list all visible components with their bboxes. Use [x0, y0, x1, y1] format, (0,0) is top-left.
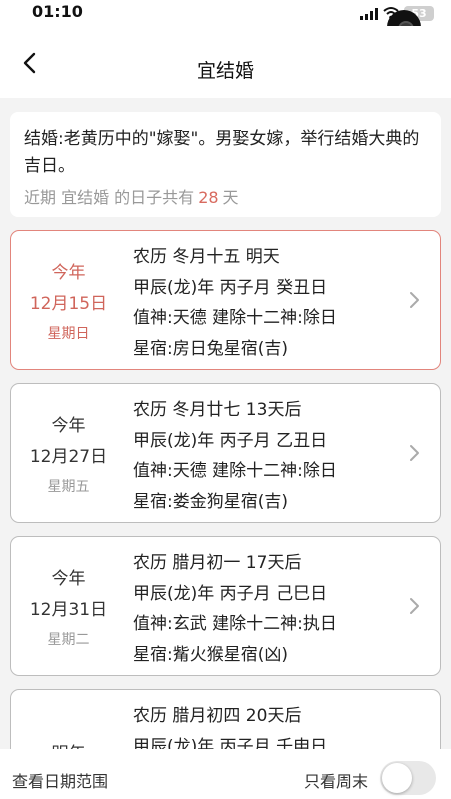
weekend-only-label: 只看周末 [304, 772, 369, 791]
count-prefix: 近期 宜结婚 的日子共有 [24, 188, 195, 207]
lunar-line: 农历 腊月初四 20天后 [133, 706, 302, 726]
toggle-knob [382, 763, 412, 793]
date-year: 今年 [51, 568, 86, 589]
lunar-line: 农历 腊月初一 17天后 [133, 553, 302, 573]
intro-description: 结婚:老黄历中的"嫁娶"。男娶女嫁，举行结婚大典的吉日。 [24, 129, 420, 176]
count-suffix: 天 [222, 188, 239, 207]
lunar-line: 农历 冬月十五 明天 [133, 247, 280, 267]
signal-icon [360, 8, 378, 20]
date-day: 12月31日 [29, 599, 108, 620]
date-day: 12月15日 [29, 293, 108, 314]
intro-card: 结婚:老黄历中的"嫁娶"。男娶女嫁，举行结婚大典的吉日。 近期 宜结婚 的日子共… [10, 112, 441, 217]
date-day: 12月27日 [29, 446, 108, 467]
date-weekday: 星期五 [47, 478, 90, 495]
intro-count: 近期 宜结婚 的日子共有 28 天 [24, 184, 427, 208]
shen-line: 值神:玄武 建除十二神:执日 [133, 614, 337, 634]
ganzhi-line: 甲辰(龙)年 丙子月 癸丑日 [133, 277, 328, 298]
xingxiu-line: 星宿:娄金狗星宿(吉) [133, 491, 288, 512]
day-card[interactable]: 今年 12月15日 星期日 农历 冬月十五 明天 甲辰(龙)年 丙子月 癸丑日 … [10, 230, 441, 370]
xingxiu-line: 星宿:觜火猴星宿(凶) [133, 644, 288, 665]
date-year: 今年 [51, 415, 86, 436]
nav-bar: 宜结婚 [0, 26, 451, 98]
date-column: 今年 12月27日 星期五 [11, 384, 126, 522]
day-card[interactable]: 今年 12月31日 星期二 农历 腊月初一 17天后 甲辰(龙)年 丙子月 己巳… [10, 536, 441, 676]
count-value: 28 [198, 188, 219, 207]
date-year: 今年 [51, 262, 86, 283]
ganzhi-line: 甲辰(龙)年 丙子月 乙丑日 [133, 430, 328, 451]
status-time: 01:10 [32, 2, 83, 21]
info-column: 农历 冬月十五 明天 甲辰(龙)年 丙子月 癸丑日 值神:天德 建除十二神:除日… [133, 242, 337, 364]
chevron-right-icon [410, 292, 419, 308]
chevron-right-icon [410, 598, 419, 614]
info-column: 农历 冬月廿七 13天后 甲辰(龙)年 丙子月 乙丑日 值神:天德 建除十二神:… [133, 395, 337, 517]
info-column: 农历 腊月初一 17天后 甲辰(龙)年 丙子月 己巳日 值神:玄武 建除十二神:… [133, 548, 337, 670]
weekend-only-toggle[interactable] [380, 761, 436, 795]
ganzhi-line: 甲辰(龙)年 丙子月 己巳日 [133, 583, 328, 604]
lunar-line: 农历 冬月廿七 13天后 [133, 400, 302, 420]
page-title: 宜结婚 [196, 60, 254, 82]
date-weekday: 星期二 [47, 631, 90, 648]
status-bar: 01:10 53 [0, 0, 451, 44]
xingxiu-line: 星宿:房日兔星宿(吉) [133, 338, 288, 359]
date-column: 今年 12月31日 星期二 [11, 537, 126, 675]
bottom-bar: 查看日期范围 只看周末 [0, 749, 451, 799]
shen-line: 值神:天德 建除十二神:除日 [133, 461, 337, 481]
date-weekday: 星期日 [47, 325, 90, 342]
view-date-range-link[interactable]: 查看日期范围 [12, 768, 108, 792]
chevron-right-icon [410, 445, 419, 461]
shen-line: 值神:天德 建除十二神:除日 [133, 308, 337, 328]
date-column: 今年 12月15日 星期日 [11, 231, 126, 369]
day-card[interactable]: 今年 12月27日 星期五 农历 冬月廿七 13天后 甲辰(龙)年 丙子月 乙丑… [10, 383, 441, 523]
